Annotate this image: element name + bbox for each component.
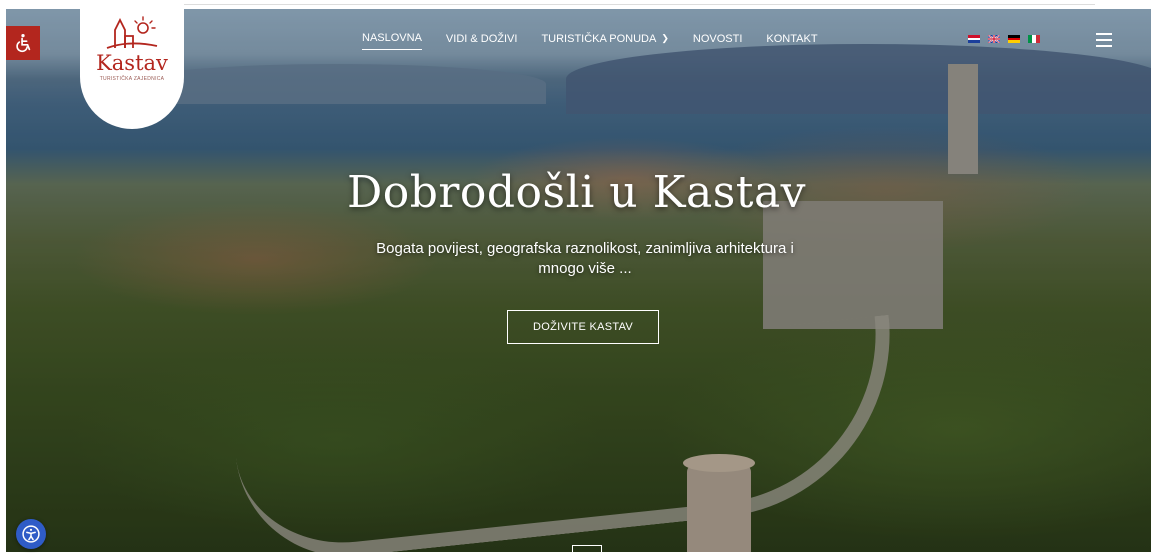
hero-subtitle: Bogata povijest, geografska raznolikost,…: [376, 240, 794, 277]
nav-item-novosti[interactable]: NOVOSTI: [693, 32, 743, 50]
language-switcher: [968, 35, 1040, 44]
menu-bar: [1096, 39, 1112, 41]
mountain-right: [566, 44, 1151, 114]
main-nav: NASLOVNA VIDI & DOŽIVI TURISTIČKA PONUDA…: [362, 32, 842, 50]
kastav-logo-icon: [106, 16, 158, 49]
wheelchair-icon[interactable]: [6, 26, 40, 60]
de-flag-icon[interactable]: [1008, 35, 1020, 44]
hr-flag-icon[interactable]: [968, 35, 980, 44]
site-logo[interactable]: Kastav TURISTIČKA ZAJEDNICA: [80, 0, 184, 129]
nav-label: NOVOSTI: [692, 32, 743, 45]
nav-label: VIDI & DOŽIVI: [445, 32, 518, 45]
nav-item-turisticka-ponuda[interactable]: TURISTIČKA PONUDA ❯: [541, 32, 668, 50]
menu-bar: [1096, 45, 1112, 47]
hero-title: Dobrodošli u Kastav: [346, 167, 807, 218]
logo-subtitle: TURISTIČKA ZAJEDNICA: [99, 76, 165, 82]
nav-label: NASLOVNA: [362, 32, 422, 44]
dozivite-kastav-button[interactable]: DOŽIVITE KASTAV: [507, 310, 659, 344]
top-border: [118, 0, 1095, 5]
mountain-left: [126, 64, 546, 104]
menu-bar: [1096, 33, 1112, 35]
nav-item-kontakt[interactable]: KONTAKT: [766, 32, 817, 50]
nav-label: KONTAKT: [766, 32, 818, 45]
logo-name: Kastav: [96, 51, 168, 75]
town-wall: [228, 314, 908, 552]
hamburger-menu-icon[interactable]: [1096, 33, 1112, 47]
uk-flag-icon[interactable]: [988, 35, 1000, 43]
bell-tower: [948, 64, 978, 174]
chevron-down-icon: ❯: [661, 33, 669, 43]
nav-item-vidi-dozivi[interactable]: VIDI & DOŽIVI: [446, 32, 518, 50]
accessibility-icon[interactable]: [16, 519, 46, 549]
nav-label: TURISTIČKA PONUDA: [541, 32, 657, 45]
round-tower: [683, 454, 755, 552]
it-flag-icon[interactable]: [1028, 35, 1040, 43]
nav-item-naslovna[interactable]: NASLOVNA: [362, 32, 422, 50]
